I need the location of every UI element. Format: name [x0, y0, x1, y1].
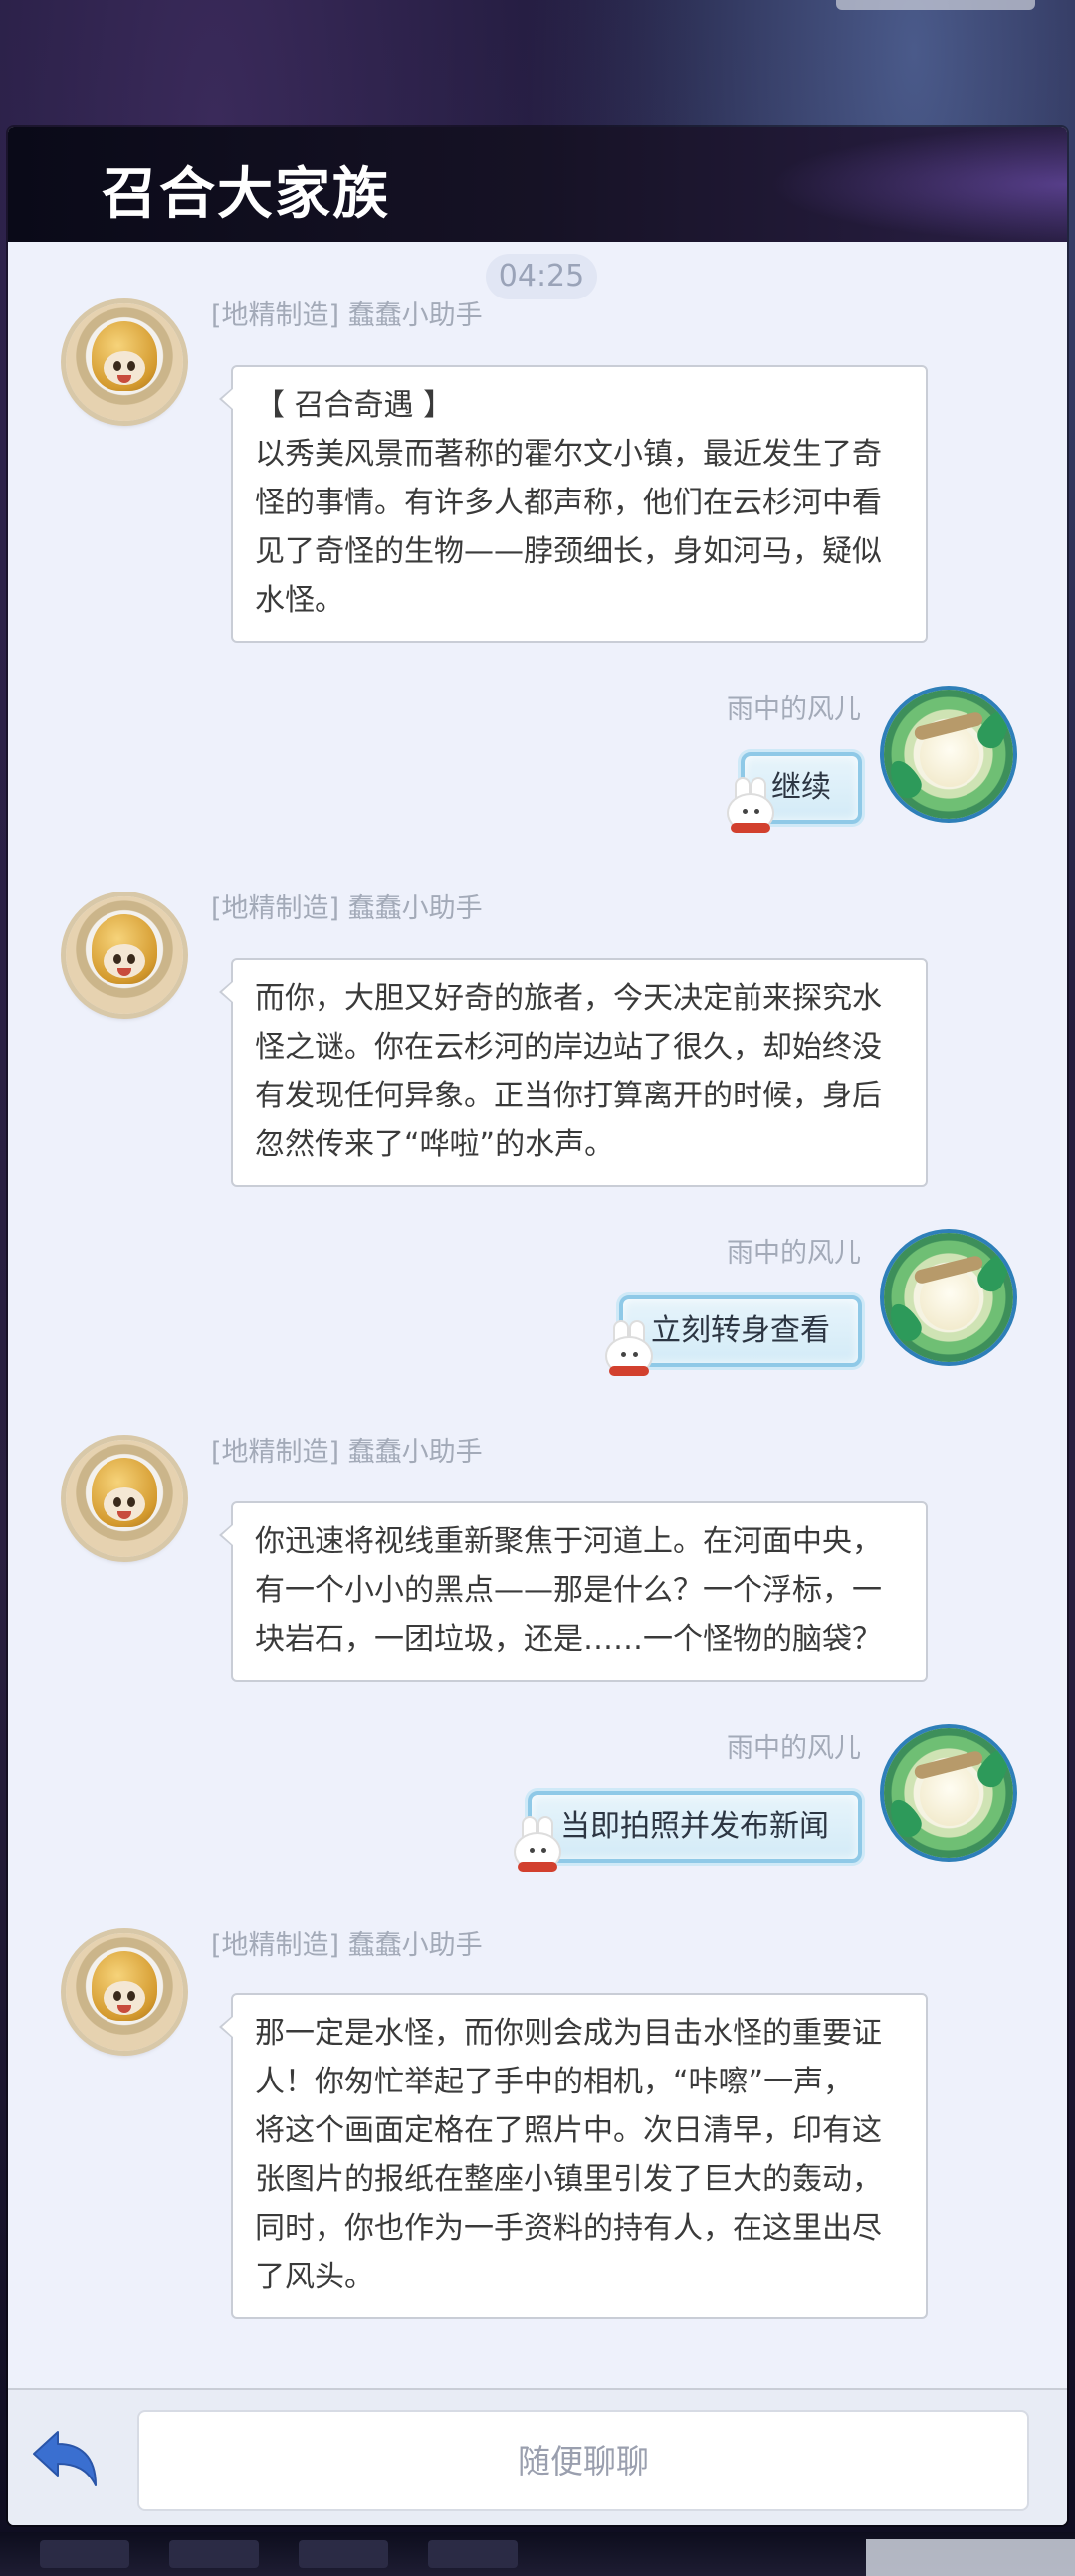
chat-footer [8, 2388, 1067, 2525]
sender-name: [地精制造] 蠢蠢小助手 [211, 300, 483, 331]
sender-name: [地精制造] 蠢蠢小助手 [211, 893, 483, 924]
message-line: 了风头。 [255, 2260, 374, 2294]
panel-header: 召合大家族 [8, 127, 1067, 242]
bunny-mascot-icon [723, 779, 778, 837]
sender-name: [地精制造] 蠢蠢小助手 [211, 1930, 483, 1961]
chat-area[interactable]: 04:25 [地精制造] 蠢蠢小助手 【 召合奇遇 】 以秀美风景而著称的霍尔文… [8, 242, 1067, 2371]
timestamp-badge: 04:25 [486, 254, 597, 299]
back-arrow-icon[interactable] [30, 2428, 100, 2489]
message-line: 以秀美风景而著称的霍尔文小镇，最近发生了奇 [255, 437, 882, 472]
message-line: 有一个小小的黑点——那是什么？一个浮标，一 [255, 1573, 882, 1608]
sender-name: [地精制造] 蠢蠢小助手 [211, 1437, 483, 1468]
sender-name: 雨中的风儿 [727, 1733, 861, 1764]
sender-name: 雨中的风儿 [727, 694, 861, 725]
header-glow [768, 127, 1067, 242]
message-line: 你迅速将视线重新聚焦于河道上。在河面中央， [255, 1524, 882, 1559]
page-title: 召合大家族 [102, 161, 390, 227]
message-line: 而你，大胆又好奇的旅者，今天决定前来探究水 [255, 981, 882, 1016]
bot-message-bubble: 那一定是水怪，而你则会成为目击水怪的重要证 人！你匆忙举起了手中的相机，“咔嚓”… [219, 1993, 928, 2319]
user-message-bubble: 当即拍照并发布新闻 [528, 1791, 862, 1863]
bot-message-bubble: 你迅速将视线重新聚焦于河道上。在河面中央， 有一个小小的黑点——那是什么？一个浮… [219, 1501, 928, 1682]
bot-avatar[interactable] [66, 303, 183, 421]
message-line: 块岩石，一团垃圾，还是……一个怪物的脑袋？ [255, 1622, 882, 1657]
message-line: 张图片的报纸在整座小镇里引发了巨大的轰动， [255, 2162, 882, 2197]
bot-avatar[interactable] [66, 1933, 183, 2051]
message-line: 忽然传来了“哗啦”的水声。 [255, 1127, 615, 1162]
corner-highlight [866, 2539, 1075, 2576]
chat-panel: 召合大家族 04:25 [地精制造] 蠢蠢小助手 【 召合奇遇 】 以秀美风景而… [8, 127, 1067, 2525]
message-line: 同时，你也作为一手资料的持有人，在这里出尽 [255, 2211, 882, 2246]
status-strip [836, 0, 1035, 10]
bot-avatar[interactable] [66, 1440, 183, 1557]
message-line: 有发现任何异象。正当你打算离开的时候，身后 [255, 1079, 882, 1113]
message-line: 见了奇怪的生物——脖颈细长，身如河马，疑似 [255, 534, 882, 569]
message-line: 【 召合奇遇 】 [255, 388, 454, 423]
sender-name: 雨中的风儿 [727, 1238, 861, 1269]
user-avatar[interactable] [884, 1233, 1013, 1362]
chat-input[interactable] [137, 2410, 1029, 2511]
message-line: 怪的事情。有许多人都声称，他们在云杉河中看 [255, 486, 882, 520]
bot-message-bubble: 而你，大胆又好奇的旅者，今天决定前来探究水 怪之谜。你在云杉河的岸边站了很久，却… [219, 958, 928, 1187]
bot-avatar[interactable] [66, 896, 183, 1014]
message-line: 那一定是水怪，而你则会成为目击水怪的重要证 [255, 2016, 882, 2051]
bunny-mascot-icon [510, 1818, 565, 1876]
message-line: 将这个画面定格在了照片中。次日清早，印有这 [255, 2113, 882, 2148]
message-line: 怪之谜。你在云杉河的岸边站了很久，却始终没 [255, 1030, 882, 1065]
bot-message-bubble: 【 召合奇遇 】 以秀美风景而著称的霍尔文小镇，最近发生了奇 怪的事情。有许多人… [219, 365, 928, 643]
user-avatar[interactable] [884, 1728, 1013, 1858]
message-line: 人！你匆忙举起了手中的相机，“咔嚓”一声， [255, 2065, 854, 2099]
bunny-mascot-icon [601, 1322, 657, 1380]
message-line: 水怪。 [255, 583, 344, 618]
user-avatar[interactable] [884, 690, 1013, 819]
